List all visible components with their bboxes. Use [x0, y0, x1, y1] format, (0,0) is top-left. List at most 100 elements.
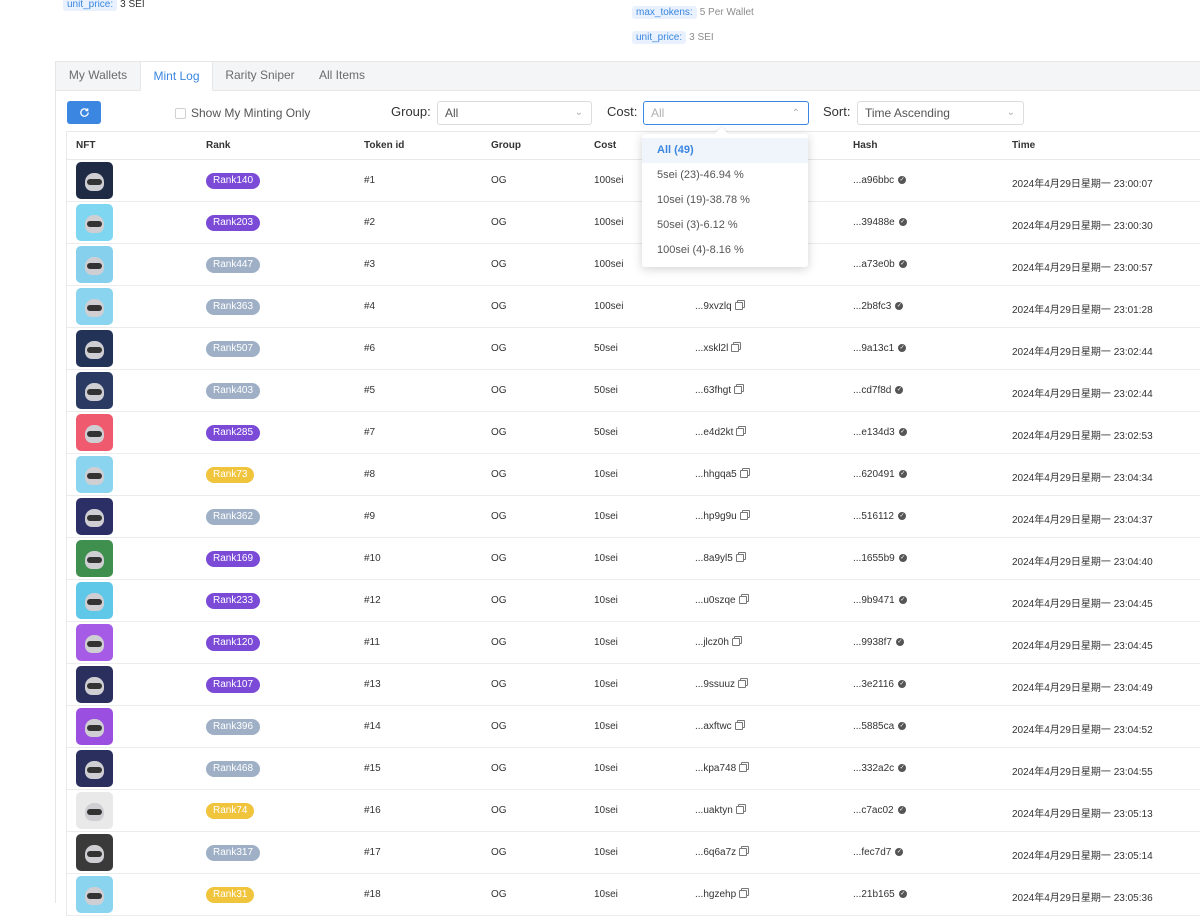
tx-hash[interactable]: ...fec7d7 ✓ — [853, 847, 904, 858]
table-row[interactable]: Rank403 #5 OG 50sei ...63fhgt ...cd7f8d ✓ 2024年… — [67, 370, 1200, 412]
nft-thumbnail[interactable] — [76, 456, 113, 493]
nft-thumbnail[interactable] — [76, 792, 113, 829]
explorer-link-icon[interactable]: ✓ — [895, 848, 904, 857]
tx-hash[interactable]: ...332a2c ✓ — [853, 763, 907, 774]
explorer-link-icon[interactable]: ✓ — [897, 680, 906, 689]
copy-icon[interactable] — [739, 890, 748, 899]
table-row[interactable]: Rank203 #2 OG 100sei ...39488e ✓ 2024年4月29日星期一… — [67, 202, 1200, 244]
explorer-link-icon[interactable]: ✓ — [897, 512, 906, 521]
nft-thumbnail[interactable] — [76, 288, 113, 325]
tab-all-items[interactable]: All Items — [305, 61, 379, 91]
nft-thumbnail[interactable] — [76, 876, 113, 913]
nft-thumbnail[interactable] — [76, 162, 113, 199]
minter-address[interactable]: ...6q6a7z — [695, 847, 748, 858]
table-row[interactable]: Rank362 #9 OG 10sei ...hp9g9u ...516112 ✓ 2024年… — [67, 496, 1200, 538]
sort-select[interactable]: Time Ascending ⌄ — [857, 101, 1024, 125]
nft-thumbnail[interactable] — [76, 246, 113, 283]
explorer-link-icon[interactable]: ✓ — [898, 890, 907, 899]
group-select[interactable]: All ⌄ — [437, 101, 592, 125]
copy-icon[interactable] — [731, 638, 740, 647]
tx-hash[interactable]: ...1655b9 ✓ — [853, 553, 907, 564]
minter-address[interactable]: ...8a9yl5 — [695, 553, 744, 564]
copy-icon[interactable] — [738, 596, 747, 605]
table-row[interactable]: Rank169 #10 OG 10sei ...8a9yl5 ...1655b9 ✓ 2024… — [67, 538, 1200, 580]
copy-icon[interactable] — [739, 764, 748, 773]
minter-address[interactable]: ...hhgqa5 — [695, 469, 748, 480]
minter-address[interactable]: ...63fhgt — [695, 385, 743, 396]
nft-thumbnail[interactable] — [76, 582, 113, 619]
minter-address[interactable]: ...uaktyn — [695, 805, 744, 816]
checkbox-box[interactable] — [175, 107, 186, 119]
copy-icon[interactable] — [735, 554, 744, 563]
explorer-link-icon[interactable]: ✓ — [898, 764, 907, 773]
explorer-link-icon[interactable]: ✓ — [898, 596, 907, 605]
explorer-link-icon[interactable]: ✓ — [895, 302, 904, 311]
minter-address[interactable]: ...axftwc — [695, 721, 743, 732]
table-row[interactable]: Rank468 #15 OG 10sei ...kpa748 ...332a2c ✓ 2024… — [67, 748, 1200, 790]
cost-option[interactable]: 100sei (4)-8.16 % — [642, 238, 808, 263]
nft-thumbnail[interactable] — [76, 540, 113, 577]
minter-address[interactable]: ...kpa748 — [695, 763, 748, 774]
tx-hash[interactable]: ...5885ca ✓ — [853, 721, 907, 732]
explorer-link-icon[interactable]: ✓ — [897, 806, 906, 815]
cost-option[interactable]: 5sei (23)-46.94 % — [642, 163, 808, 188]
tab-my-wallets[interactable]: My Wallets — [56, 61, 140, 91]
minter-address[interactable]: ...jlcz0h — [695, 637, 740, 648]
nft-thumbnail[interactable] — [76, 330, 113, 367]
tx-hash[interactable]: ...c7ac02 ✓ — [853, 805, 906, 816]
explorer-link-icon[interactable]: ✓ — [898, 218, 907, 227]
copy-icon[interactable] — [734, 722, 743, 731]
tx-hash[interactable]: ...9938f7 ✓ — [853, 637, 904, 648]
table-row[interactable]: Rank140 #1 OG 100sei ...a96bbc ✓ 2024年4月29日星期一… — [67, 160, 1200, 202]
cost-select[interactable]: All ⌃ — [643, 101, 809, 125]
explorer-link-icon[interactable]: ✓ — [898, 722, 907, 731]
table-row[interactable]: Rank447 #3 OG 100sei ...a73e0b ✓ 2024年4月29日星期一… — [67, 244, 1200, 286]
copy-icon[interactable] — [731, 344, 740, 353]
table-row[interactable]: Rank317 #17 OG 10sei ...6q6a7z ...fec7d7 ✓ 2024… — [67, 832, 1200, 874]
table-row[interactable]: Rank507 #6 OG 50sei ...xskl2l ...9a13c1 ✓ 2024年… — [67, 328, 1200, 370]
table-row[interactable]: Rank73 #8 OG 10sei ...hhgqa5 ...620491 ✓ 2024年4… — [67, 454, 1200, 496]
copy-icon[interactable] — [735, 806, 744, 815]
copy-icon[interactable] — [739, 848, 748, 857]
cost-option[interactable]: 10sei (19)-38.78 % — [642, 188, 808, 213]
explorer-link-icon[interactable]: ✓ — [895, 386, 904, 395]
nft-thumbnail[interactable] — [76, 624, 113, 661]
nft-thumbnail[interactable] — [76, 414, 113, 451]
nft-thumbnail[interactable] — [76, 666, 113, 703]
table-row[interactable]: Rank107 #13 OG 10sei ...9ssuuz ...3e2116 ✓ 2024… — [67, 664, 1200, 706]
table-row[interactable]: Rank74 #16 OG 10sei ...uaktyn ...c7ac02 ✓ 2024年… — [67, 790, 1200, 832]
nft-thumbnail[interactable] — [76, 498, 113, 535]
tx-hash[interactable]: ...21b165 ✓ — [853, 889, 907, 900]
minter-address[interactable]: ...e4d2kt — [695, 427, 745, 438]
copy-icon[interactable] — [739, 512, 748, 521]
table-row[interactable]: Rank363 #4 OG 100sei ...9xvzlq ...2b8fc3 ✓ 2024… — [67, 286, 1200, 328]
minter-address[interactable]: ...9ssuuz — [695, 679, 747, 690]
refresh-button[interactable] — [67, 101, 101, 124]
show-my-minting-checkbox[interactable]: Show My Minting Only — [175, 106, 310, 120]
cost-option[interactable]: 50sei (3)-6.12 % — [642, 213, 808, 238]
minter-address[interactable]: ...hp9g9u — [695, 511, 748, 522]
tx-hash[interactable]: ...39488e ✓ — [853, 217, 907, 228]
copy-icon[interactable] — [734, 386, 743, 395]
tx-hash[interactable]: ...cd7f8d ✓ — [853, 385, 904, 396]
cost-option[interactable]: All (49) — [642, 138, 808, 163]
minter-address[interactable]: ...xskl2l — [695, 343, 740, 354]
tx-hash[interactable]: ...2b8fc3 ✓ — [853, 301, 904, 312]
tx-hash[interactable]: ...3e2116 ✓ — [853, 679, 906, 690]
minter-address[interactable]: ...9xvzlq — [695, 301, 743, 312]
nft-thumbnail[interactable] — [76, 834, 113, 871]
nft-thumbnail[interactable] — [76, 750, 113, 787]
table-row[interactable]: Rank233 #12 OG 10sei ...u0szqe ...9b9471 ✓ 2024… — [67, 580, 1200, 622]
copy-icon[interactable] — [739, 470, 748, 479]
explorer-link-icon[interactable]: ✓ — [898, 428, 907, 437]
minter-address[interactable]: ...u0szqe — [695, 595, 747, 606]
tx-hash[interactable]: ...a73e0b ✓ — [853, 259, 907, 270]
explorer-link-icon[interactable]: ✓ — [898, 344, 907, 353]
tx-hash[interactable]: ...620491 ✓ — [853, 469, 907, 480]
copy-icon[interactable] — [734, 302, 743, 311]
nft-thumbnail[interactable] — [76, 708, 113, 745]
copy-icon[interactable] — [738, 680, 747, 689]
minter-address[interactable]: ...hgzehp — [695, 889, 748, 900]
tab-rarity-sniper[interactable]: Rarity Sniper — [215, 61, 305, 91]
explorer-link-icon[interactable]: ✓ — [895, 638, 904, 647]
